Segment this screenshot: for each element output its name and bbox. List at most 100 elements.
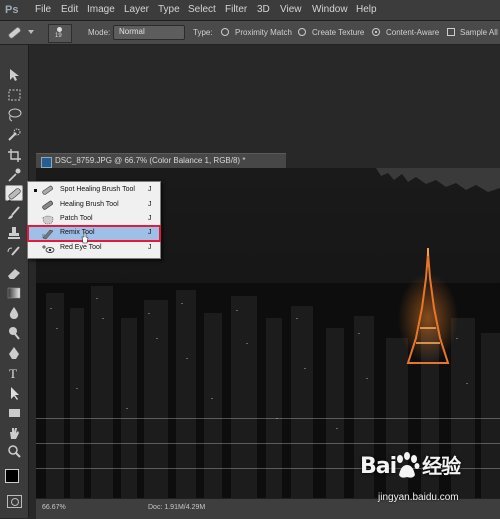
move-tool[interactable] xyxy=(5,67,23,83)
menu-layer[interactable]: Layer xyxy=(124,4,149,16)
menu-window[interactable]: Window xyxy=(312,4,348,16)
menu-filter[interactable]: Filter xyxy=(225,4,247,16)
baidu-jingyan-watermark: Bai 经验 jingyan.baidu.com xyxy=(360,450,495,514)
flyout-item-healing-brush[interactable]: Healing Brush Tool J xyxy=(28,198,160,213)
zoom-icon xyxy=(8,445,21,458)
document-title: DSC_8759.JPG @ 66.7% (Color Balance 1, R… xyxy=(55,156,246,165)
document-size-info: Doc: 1.91M/4.29M xyxy=(148,504,206,511)
watermark-url: jingyan.baidu.com xyxy=(378,492,459,503)
dodge-icon xyxy=(9,327,20,340)
mode-select[interactable]: Normal xyxy=(113,25,185,40)
document-tab[interactable]: DSC_8759.JPG @ 66.7% (Color Balance 1, R… xyxy=(36,153,286,169)
rectangle-tool[interactable] xyxy=(5,405,23,421)
tools-panel: T xyxy=(0,45,29,518)
path-selection-tool[interactable] xyxy=(5,385,23,401)
blur-tool[interactable] xyxy=(5,305,23,321)
mode-label: Mode: xyxy=(88,28,111,37)
quick-mask-button[interactable] xyxy=(7,495,22,508)
lasso-icon xyxy=(8,108,22,122)
mode-value: Normal xyxy=(119,27,145,36)
zoom-tool[interactable] xyxy=(5,443,23,459)
dodge-tool[interactable] xyxy=(5,325,23,341)
pen-tool[interactable] xyxy=(5,345,23,361)
marquee-icon xyxy=(8,89,21,101)
history-brush-tool[interactable] xyxy=(5,245,23,261)
move-icon xyxy=(10,69,19,81)
foreground-color-swatch[interactable] xyxy=(5,469,19,483)
flyout-item-remix[interactable]: Remix Tool J xyxy=(27,225,161,244)
menu-bar: Ps File Edit Image Layer Type Select Fil… xyxy=(0,0,500,21)
flyout-item-shortcut: J xyxy=(148,244,152,251)
flyout-item-label: Remix Tool xyxy=(60,229,95,236)
flyout-item-spot-healing-brush[interactable]: Spot Healing Brush Tool J xyxy=(28,183,160,198)
sample-all-layers-checkbox[interactable] xyxy=(447,28,455,36)
ps-document-icon xyxy=(41,157,52,168)
menu-file[interactable]: File xyxy=(35,4,51,16)
zoom-level[interactable]: 66.67% xyxy=(42,504,66,511)
flyout-item-shortcut: J xyxy=(148,186,152,193)
radio-content-aware[interactable] xyxy=(372,28,380,36)
hand-icon xyxy=(10,428,19,439)
flyout-item-shortcut: J xyxy=(148,229,152,236)
stamp-icon xyxy=(8,227,20,239)
eyedropper-tool[interactable] xyxy=(5,167,23,183)
brush-dot-icon xyxy=(57,27,62,32)
hand-tool[interactable] xyxy=(5,425,23,441)
flyout-item-red-eye[interactable]: Red Eye Tool J xyxy=(28,241,160,256)
flyout-item-patch[interactable]: Patch Tool J xyxy=(28,212,160,227)
eraser-tool[interactable] xyxy=(5,265,23,281)
menu-select[interactable]: Select xyxy=(188,4,216,16)
remix-icon xyxy=(42,229,54,240)
type-label: Type: xyxy=(193,28,213,37)
gradient-tool[interactable] xyxy=(5,285,23,301)
quick-selection-tool[interactable] xyxy=(5,127,23,143)
menu-3d[interactable]: 3D xyxy=(257,4,270,16)
content-aware-label: Content-Aware xyxy=(386,28,440,37)
type-tool[interactable]: T xyxy=(5,365,23,381)
crop-tool[interactable] xyxy=(5,147,23,163)
flyout-item-label: Patch Tool xyxy=(60,215,93,222)
brush-tool[interactable] xyxy=(5,205,23,221)
eraser-icon xyxy=(8,269,20,279)
history-brush-icon xyxy=(7,246,20,256)
current-tool-bullet xyxy=(34,189,37,192)
marquee-tool[interactable] xyxy=(5,87,23,103)
radio-proximity-match[interactable] xyxy=(221,28,229,36)
tool-preset-picker[interactable] xyxy=(6,25,24,40)
spot-healing-brush-icon xyxy=(42,185,53,195)
proximity-match-label: Proximity Match xyxy=(235,28,292,37)
menu-help[interactable]: Help xyxy=(356,4,377,16)
pen-icon xyxy=(9,347,19,359)
menu-view[interactable]: View xyxy=(280,4,302,16)
gradient-icon xyxy=(7,287,21,299)
patch-icon xyxy=(42,215,54,225)
crop-icon xyxy=(8,149,21,162)
flyout-item-label: Healing Brush Tool xyxy=(60,201,119,208)
brush-icon xyxy=(8,206,20,219)
radio-create-texture[interactable] xyxy=(298,28,306,36)
path-selection-icon xyxy=(11,387,19,400)
rectangle-icon xyxy=(9,409,20,417)
baidu-paw-icon xyxy=(397,452,420,478)
healing-tools-flyout: Spot Healing Brush Tool J Healing Brush … xyxy=(27,181,161,259)
bandage-icon xyxy=(8,27,21,39)
spot-healing-brush-tool[interactable] xyxy=(5,185,23,202)
flyout-item-label: Spot Healing Brush Tool xyxy=(60,186,135,193)
mask-circle-icon xyxy=(11,498,19,506)
clone-stamp-tool[interactable] xyxy=(5,225,23,241)
options-bar: 19 Mode: Normal Type: Proximity Match Cr… xyxy=(0,21,500,45)
menu-image[interactable]: Image xyxy=(87,4,115,16)
blur-drop-icon xyxy=(9,307,19,319)
flyout-item-label: Red Eye Tool xyxy=(60,244,102,251)
chevron-down-icon[interactable] xyxy=(28,30,34,34)
menu-type[interactable]: Type xyxy=(158,4,180,16)
flyout-item-shortcut: J xyxy=(148,201,152,208)
create-texture-label: Create Texture xyxy=(312,28,365,37)
lasso-tool[interactable] xyxy=(5,107,23,123)
quick-selection-icon xyxy=(8,128,21,141)
brush-size-picker[interactable]: 19 xyxy=(48,24,72,43)
red-eye-icon xyxy=(42,245,55,253)
menu-edit[interactable]: Edit xyxy=(61,4,78,16)
svg-text:T: T xyxy=(9,366,17,381)
type-icon: T xyxy=(9,366,17,381)
